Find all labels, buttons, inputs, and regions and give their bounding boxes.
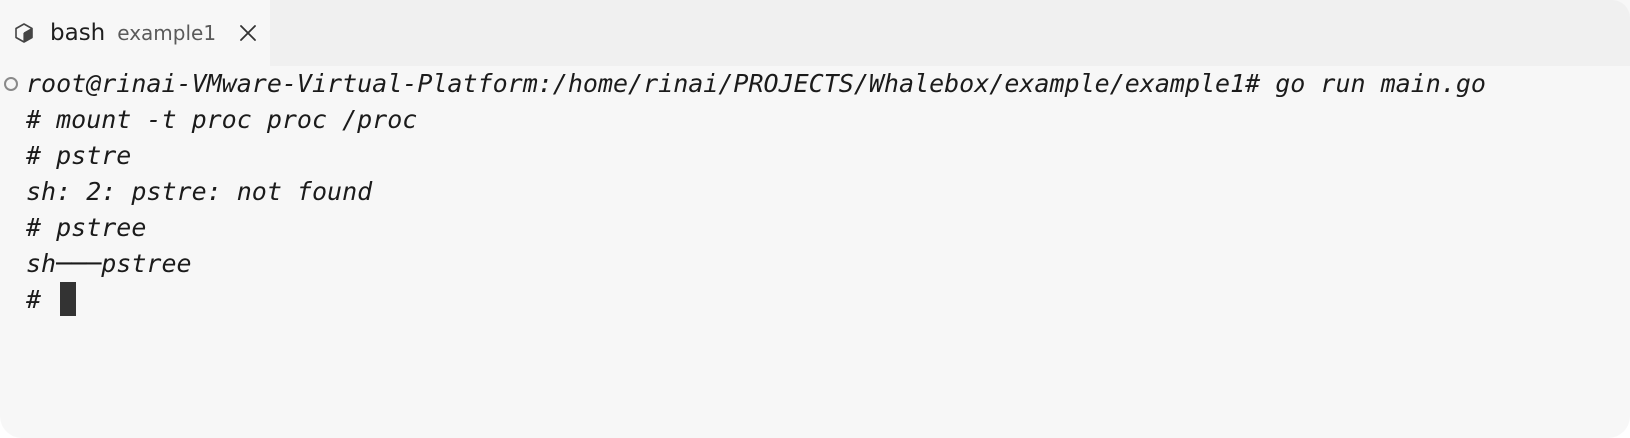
terminal-line: sh: 2: pstre: not found <box>26 177 373 206</box>
tab-bash[interactable]: bash example1 <box>0 0 270 66</box>
close-icon[interactable] <box>236 21 260 45</box>
tab-description: example1 <box>117 21 217 45</box>
terminal-icon <box>12 21 36 45</box>
command-decoration-icon[interactable] <box>4 77 18 91</box>
tab-title: bash <box>50 20 106 46</box>
terminal-line: sh───pstree <box>26 249 192 278</box>
terminal-line: # pstre <box>26 141 132 170</box>
terminal-output[interactable]: root@rinai-VMware-Virtual-Platform:/home… <box>0 66 1630 438</box>
terminal-prompt-line[interactable]: # <box>26 282 1486 318</box>
terminal-lines: root@rinai-VMware-Virtual-Platform:/home… <box>26 66 1486 318</box>
terminal-line: root@rinai-VMware-Virtual-Platform:/home… <box>26 69 1486 98</box>
prompt: # <box>26 285 57 314</box>
terminal-line: # pstree <box>26 213 147 242</box>
terminal-line: # mount -t proc proc /proc <box>26 105 418 134</box>
terminal-window: bash example1 root@rinai-VMware-Virtual-… <box>0 0 1630 438</box>
tab-bar: bash example1 <box>0 0 1630 66</box>
cursor <box>60 282 77 316</box>
